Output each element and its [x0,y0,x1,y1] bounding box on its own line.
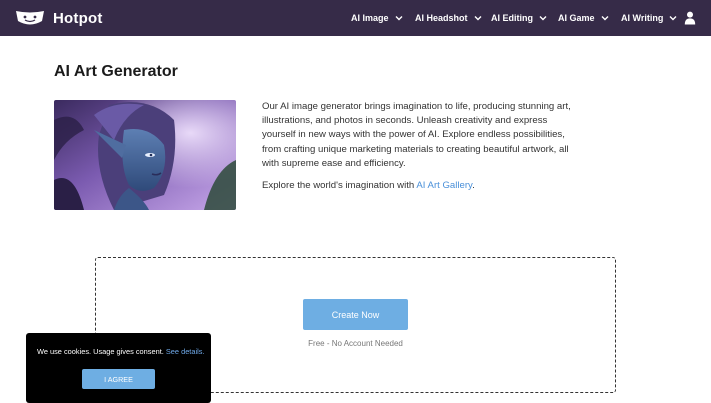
explore-line: Explore the world's imagination with AI … [262,180,475,191]
user-icon[interactable] [684,11,696,25]
chevron-down-icon [669,16,677,21]
chevron-down-icon [539,16,547,21]
page-title: AI Art Generator [54,63,178,80]
chevron-down-icon [395,16,403,21]
brand[interactable]: Hotpot [15,0,103,36]
ai-art-gallery-link[interactable]: AI Art Gallery [416,180,472,191]
cookie-message: We use cookies. Usage gives consent. See… [37,347,205,356]
nav-ai-image[interactable]: AI Image [351,0,403,36]
cookie-text: We use cookies. Usage gives consent. [37,347,164,356]
cookie-agree-button[interactable]: I AGREE [82,369,155,389]
nav-ai-editing[interactable]: AI Editing [491,0,547,36]
cookie-details-link[interactable]: See details. [166,347,205,356]
explore-prefix: Explore the world's imagination with [262,180,417,191]
explore-suffix: . [472,180,475,191]
nav-ai-headshot[interactable]: AI Headshot [415,0,482,36]
nav-label: AI Game [558,13,595,23]
nav-label: AI Writing [621,13,664,23]
description-text: Our AI image generator brings imaginatio… [262,101,571,169]
nav-ai-game[interactable]: AI Game [558,0,609,36]
nav-label: AI Image [351,13,389,23]
nav-label: AI Editing [491,13,533,23]
top-navigation-bar: Hotpot AI Image AI Headshot AI Editing A… [0,0,711,36]
nav-ai-writing[interactable]: AI Writing [621,0,677,36]
hotpot-logo-icon [16,11,44,25]
cookie-banner: We use cookies. Usage gives consent. See… [26,333,211,403]
create-now-button[interactable]: Create Now [303,299,408,330]
nav-label: AI Headshot [415,13,468,23]
create-subtext: Free - No Account Needed [308,339,403,348]
hero-artwork-image [54,100,236,210]
brand-name: Hotpot [53,9,103,27]
chevron-down-icon [601,16,609,21]
chevron-down-icon [474,16,482,21]
